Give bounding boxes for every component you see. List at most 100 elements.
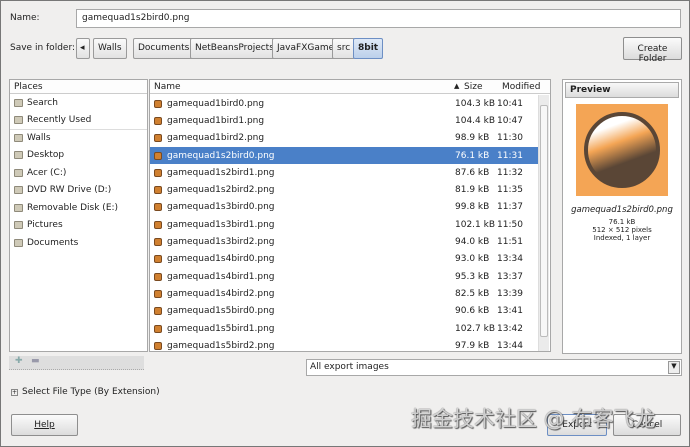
image-file-icon [154, 203, 162, 212]
place-item[interactable]: Recently Used [10, 112, 147, 130]
crumb-label: Walls [98, 43, 122, 53]
place-label: Recently Used [27, 115, 92, 126]
filter-value: All export images [310, 362, 389, 372]
vertical-scrollbar[interactable] [538, 95, 549, 351]
file-name: gamequad1s5bird2.png [167, 340, 275, 351]
file-row[interactable]: gamequad1s5bird0.png 90.6 kB 13:41 [150, 303, 539, 320]
file-modified: 10:41 [497, 98, 523, 109]
remove-bookmark-icon[interactable]: ▬ [31, 356, 40, 366]
file-name: gamequad1s4bird0.png [167, 254, 275, 265]
image-file-icon [154, 341, 162, 350]
preview-info: Indexed, 1 layer [593, 234, 651, 242]
place-item[interactable]: Documents [10, 234, 147, 252]
file-size: 98.9 kB [455, 133, 490, 144]
sort-ascending-icon: ▲ [454, 82, 460, 90]
create-folder-button[interactable]: Create Folder [623, 37, 682, 64]
breadcrumb-8bit[interactable]: 8bit [353, 38, 384, 59]
file-row[interactable]: gamequad1bird2.png 98.9 kB 11:30 [150, 130, 539, 147]
file-row[interactable]: gamequad1s4bird2.png 82.5 kB 13:39 [150, 285, 539, 302]
file-modified: 11:32 [497, 167, 523, 178]
file-name: gamequad1bird0.png [167, 98, 265, 109]
file-name: gamequad1s5bird0.png [167, 306, 275, 317]
file-row[interactable]: gamequad1bird0.png 104.3 kB 10:41 [150, 95, 539, 112]
place-item[interactable]: Walls [10, 129, 147, 147]
file-size: 81.9 kB [455, 185, 490, 196]
place-icon [14, 203, 23, 212]
file-size: 102.7 kB [455, 323, 496, 334]
name-input[interactable]: gamequad1s2bird0.png [76, 9, 681, 28]
file-row[interactable]: gamequad1s2bird1.png 87.6 kB 11:32 [150, 164, 539, 181]
thumbnail-image [584, 112, 660, 188]
file-row[interactable]: gamequad1s5bird1.png 102.7 kB 13:42 [150, 320, 539, 337]
image-file-icon [154, 324, 162, 333]
place-item[interactable]: DVD RW Drive (D:) [10, 182, 147, 200]
file-name: gamequad1bird1.png [167, 115, 265, 126]
file-row[interactable]: gamequad1s2bird0.png 76.1 kB 11:31 [150, 146, 539, 165]
breadcrumb-documents[interactable]: Documents [133, 38, 195, 59]
place-icon [14, 168, 23, 177]
column-modified[interactable]: Modified [502, 82, 540, 92]
file-size: 102.1 kB [455, 219, 496, 230]
file-size: 93.0 kB [455, 254, 490, 265]
image-file-icon [154, 289, 162, 298]
breadcrumb-back-button[interactable]: ◂ [76, 38, 90, 59]
export-button[interactable]: Export [547, 414, 607, 436]
scrollbar-thumb[interactable] [540, 105, 548, 337]
breadcrumb-javafxgame[interactable]: JavaFXGame [272, 38, 340, 59]
name-label: Name: [10, 13, 40, 23]
place-item[interactable]: Pictures [10, 217, 147, 235]
places-header[interactable]: Places [10, 80, 147, 94]
breadcrumb-src[interactable]: src [332, 38, 356, 59]
file-row[interactable]: gamequad1s3bird2.png 94.0 kB 11:51 [150, 233, 539, 250]
file-row[interactable]: gamequad1s4bird1.png 95.3 kB 13:37 [150, 268, 539, 285]
preview-filename: gamequad1s2bird0.png [571, 205, 673, 215]
preview-header[interactable]: Preview [565, 82, 679, 98]
select-file-type-expander[interactable]: + Select File Type (By Extension) [11, 387, 160, 397]
file-modified: 13:37 [497, 271, 523, 282]
place-label: Walls [27, 133, 51, 144]
file-size: 82.5 kB [455, 288, 490, 299]
file-size: 95.3 kB [455, 271, 490, 282]
select-file-type-label: Select File Type (By Extension) [22, 387, 160, 397]
file-row[interactable]: gamequad1s3bird0.png 99.8 kB 11:37 [150, 199, 539, 216]
file-row[interactable]: gamequad1s4bird0.png 93.0 kB 13:34 [150, 251, 539, 268]
file-row[interactable]: gamequad1s3bird1.png 102.1 kB 11:50 [150, 216, 539, 233]
file-name: gamequad1s2bird2.png [167, 185, 275, 196]
help-button[interactable]: Help [11, 414, 78, 436]
file-name: gamequad1s3bird1.png [167, 219, 275, 230]
breadcrumb-walls[interactable]: Walls [93, 38, 127, 59]
file-row[interactable]: gamequad1s2bird2.png 81.9 kB 11:35 [150, 182, 539, 199]
column-size[interactable]: Size [464, 82, 502, 92]
place-icon [14, 186, 23, 195]
place-item[interactable]: Desktop [10, 147, 147, 165]
expand-icon: + [11, 388, 18, 396]
places-panel: Places Search Recently Used Walls Desktop Ac… [9, 79, 148, 352]
crumb-label: src [337, 43, 351, 53]
file-row[interactable]: gamequad1s5bird2.png 97.9 kB 13:44 [150, 337, 539, 351]
file-size: 104.3 kB [455, 98, 496, 109]
breadcrumb-netbeansprojects[interactable]: NetBeansProjects [190, 38, 279, 59]
file-modified: 13:44 [497, 340, 523, 351]
place-item[interactable]: Search [10, 94, 147, 112]
cancel-button[interactable]: Cancel [613, 414, 681, 436]
image-file-icon [154, 186, 162, 195]
place-label: Search [27, 97, 58, 108]
place-label: Pictures [27, 220, 63, 231]
place-item[interactable]: Acer (C:) [10, 164, 147, 182]
place-label: DVD RW Drive (D:) [27, 185, 112, 196]
image-file-icon [154, 151, 162, 160]
image-file-icon [154, 134, 162, 143]
chevron-down-icon[interactable]: ▼ [668, 361, 680, 374]
file-modified: 11:51 [497, 237, 523, 248]
add-bookmark-icon[interactable]: ✚ [15, 356, 23, 366]
file-row[interactable]: gamequad1bird1.png 104.4 kB 10:47 [150, 112, 539, 129]
file-type-filter[interactable]: All export images ▼ [306, 359, 682, 376]
file-size: 87.6 kB [455, 167, 490, 178]
file-name: gamequad1s3bird0.png [167, 202, 275, 213]
file-name: gamequad1bird2.png [167, 133, 265, 144]
column-name[interactable]: Name [154, 82, 454, 92]
place-item[interactable]: Removable Disk (E:) [10, 199, 147, 217]
file-modified: 13:39 [497, 288, 523, 299]
place-label: Acer (C:) [27, 167, 67, 178]
file-size: 76.1 kB [455, 150, 490, 161]
